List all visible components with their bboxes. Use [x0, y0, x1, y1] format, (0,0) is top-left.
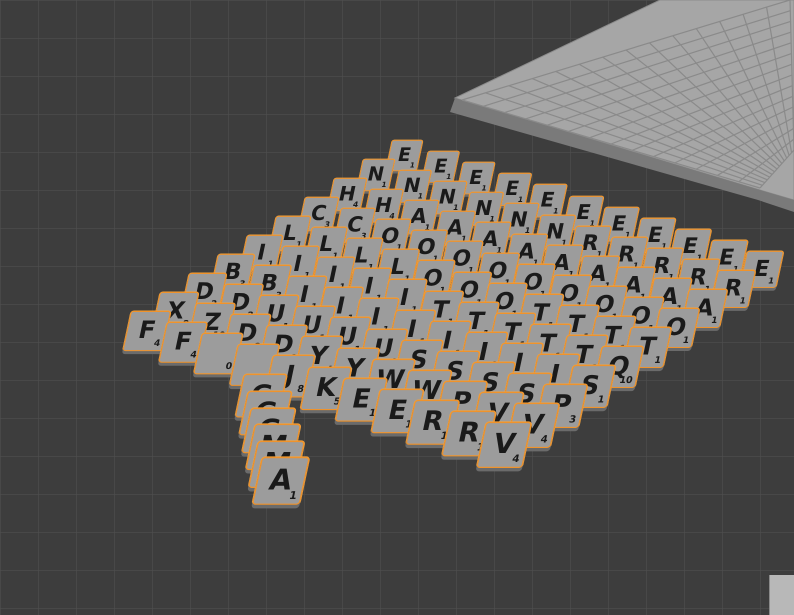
tile-score: 1 [653, 355, 662, 366]
tile-score: 4 [539, 434, 549, 446]
tile-score: 4 [510, 454, 521, 466]
3d-viewport[interactable]: E1E1E1E1E1E1E1E1E1E1E1N1N1N1N1N1N1R1R1R1… [0, 0, 794, 615]
tile-letter: A [266, 463, 296, 497]
tile-score: 10 [618, 375, 634, 386]
letter-tile[interactable]: V4 [476, 422, 532, 468]
tile-score: 1 [767, 276, 775, 287]
tile-letter: V [490, 427, 519, 460]
tile-score: 1 [287, 490, 298, 503]
tile-score: 3 [567, 414, 578, 426]
board-edge-fragment [769, 575, 794, 615]
tile-score: 1 [710, 316, 719, 327]
tile-score: 1 [738, 296, 747, 307]
tile-score: 1 [408, 161, 416, 170]
tile-score: 1 [681, 336, 691, 346]
tile-score: 4 [152, 339, 162, 350]
letter-tile[interactable]: A1 [251, 457, 310, 505]
tile-collection: E1E1E1E1E1E1E1E1E1E1E1N1N1N1N1N1N1R1R1R1… [0, 0, 794, 615]
tile-score: 1 [596, 395, 606, 406]
